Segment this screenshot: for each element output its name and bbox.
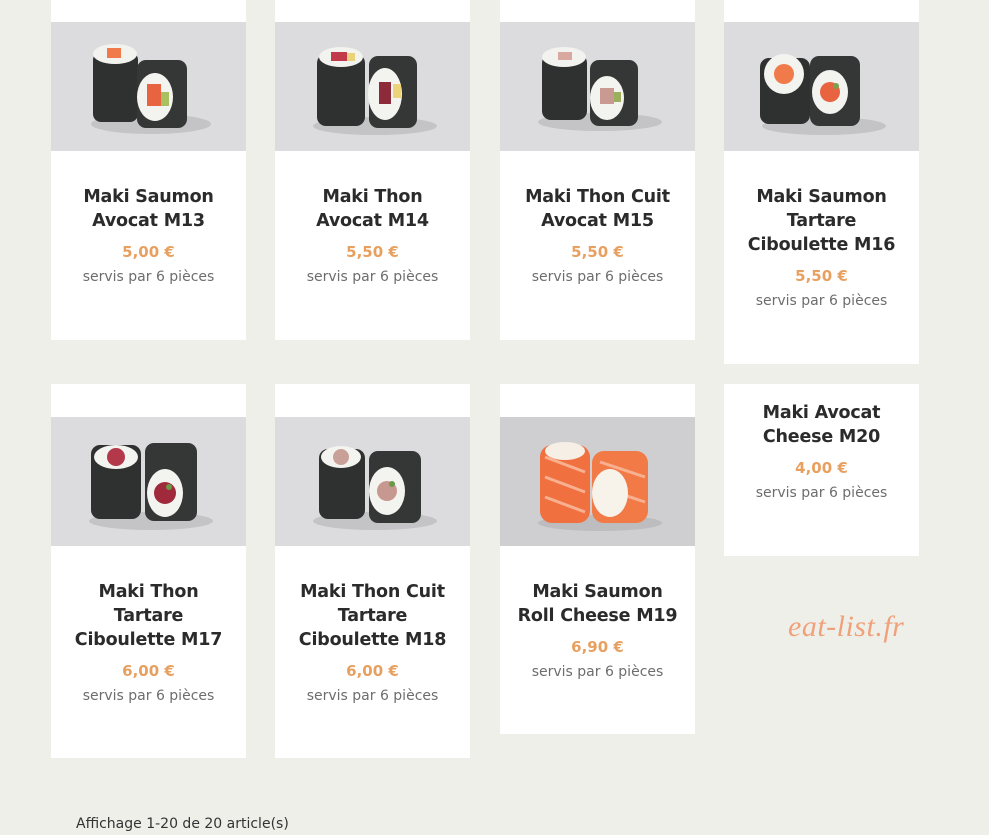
maki-cooked-tuna-tartare-image[interactable] <box>275 417 470 546</box>
product-serving: servis par 6 pièces <box>82 688 215 704</box>
product-price: 5,50 € <box>571 243 624 261</box>
previous-card-remnant <box>724 0 919 22</box>
product-name[interactable]: Maki Avocat Cheese M20 <box>724 401 919 449</box>
product-card[interactable]: Maki Thon Cuit Tartare Ciboulette M18 6,… <box>275 384 470 758</box>
product-card[interactable]: Maki Thon Cuit Avocat M15 5,50 € servis … <box>500 22 695 340</box>
maki-salmon-tartare-image[interactable] <box>724 22 919 151</box>
product-price: 6,00 € <box>346 662 399 680</box>
previous-card-remnant <box>51 0 246 22</box>
product-price: 5,50 € <box>795 267 848 285</box>
pagination-summary: Affichage 1-20 de 20 article(s) <box>76 816 289 832</box>
product-price: 5,50 € <box>346 243 399 261</box>
previous-card-remnant <box>275 0 470 22</box>
product-name[interactable]: Maki Saumon Tartare Ciboulette M16 <box>724 185 919 257</box>
product-card[interactable]: Maki Thon Tartare Ciboulette M17 6,00 € … <box>51 384 246 758</box>
maki-tuna-avocado-image[interactable] <box>275 22 470 151</box>
product-name[interactable]: Maki Thon Tartare Ciboulette M17 <box>51 580 246 652</box>
product-serving: servis par 6 pièces <box>755 485 888 501</box>
watermark-text: eat-list.fr <box>788 610 905 643</box>
product-price: 5,00 € <box>122 243 175 261</box>
product-serving: servis par 6 pièces <box>531 269 664 285</box>
product-card[interactable]: Maki Saumon Roll Cheese M19 6,90 € servi… <box>500 384 695 734</box>
product-name[interactable]: Maki Thon Avocat M14 <box>275 185 470 233</box>
product-serving: servis par 6 pièces <box>755 293 888 309</box>
product-price: 6,00 € <box>122 662 175 680</box>
product-name[interactable]: Maki Thon Cuit Tartare Ciboulette M18 <box>275 580 470 652</box>
product-price: 6,90 € <box>571 638 624 656</box>
product-name[interactable]: Maki Saumon Avocat M13 <box>51 185 246 233</box>
product-serving: servis par 6 pièces <box>306 269 439 285</box>
product-name[interactable]: Maki Saumon Roll Cheese M19 <box>500 580 695 628</box>
previous-card-remnant <box>500 0 695 22</box>
product-serving: servis par 6 pièces <box>82 269 215 285</box>
product-card[interactable]: Maki Saumon Avocat M13 5,00 € servis par… <box>51 22 246 340</box>
product-card[interactable]: Maki Thon Avocat M14 5,50 € servis par 6… <box>275 22 470 340</box>
product-card[interactable]: Maki Saumon Tartare Ciboulette M16 5,50 … <box>724 22 919 364</box>
maki-salmon-roll-cheese-image[interactable] <box>500 417 695 546</box>
product-serving: servis par 6 pièces <box>306 688 439 704</box>
product-card[interactable]: Maki Avocat Cheese M20 4,00 € servis par… <box>724 384 919 556</box>
maki-tuna-tartare-image[interactable] <box>51 417 246 546</box>
product-name[interactable]: Maki Thon Cuit Avocat M15 <box>500 185 695 233</box>
product-serving: servis par 6 pièces <box>531 664 664 680</box>
maki-salmon-avocado-image[interactable] <box>51 22 246 151</box>
product-price: 4,00 € <box>795 459 848 477</box>
maki-cooked-tuna-avocado-image[interactable] <box>500 22 695 151</box>
